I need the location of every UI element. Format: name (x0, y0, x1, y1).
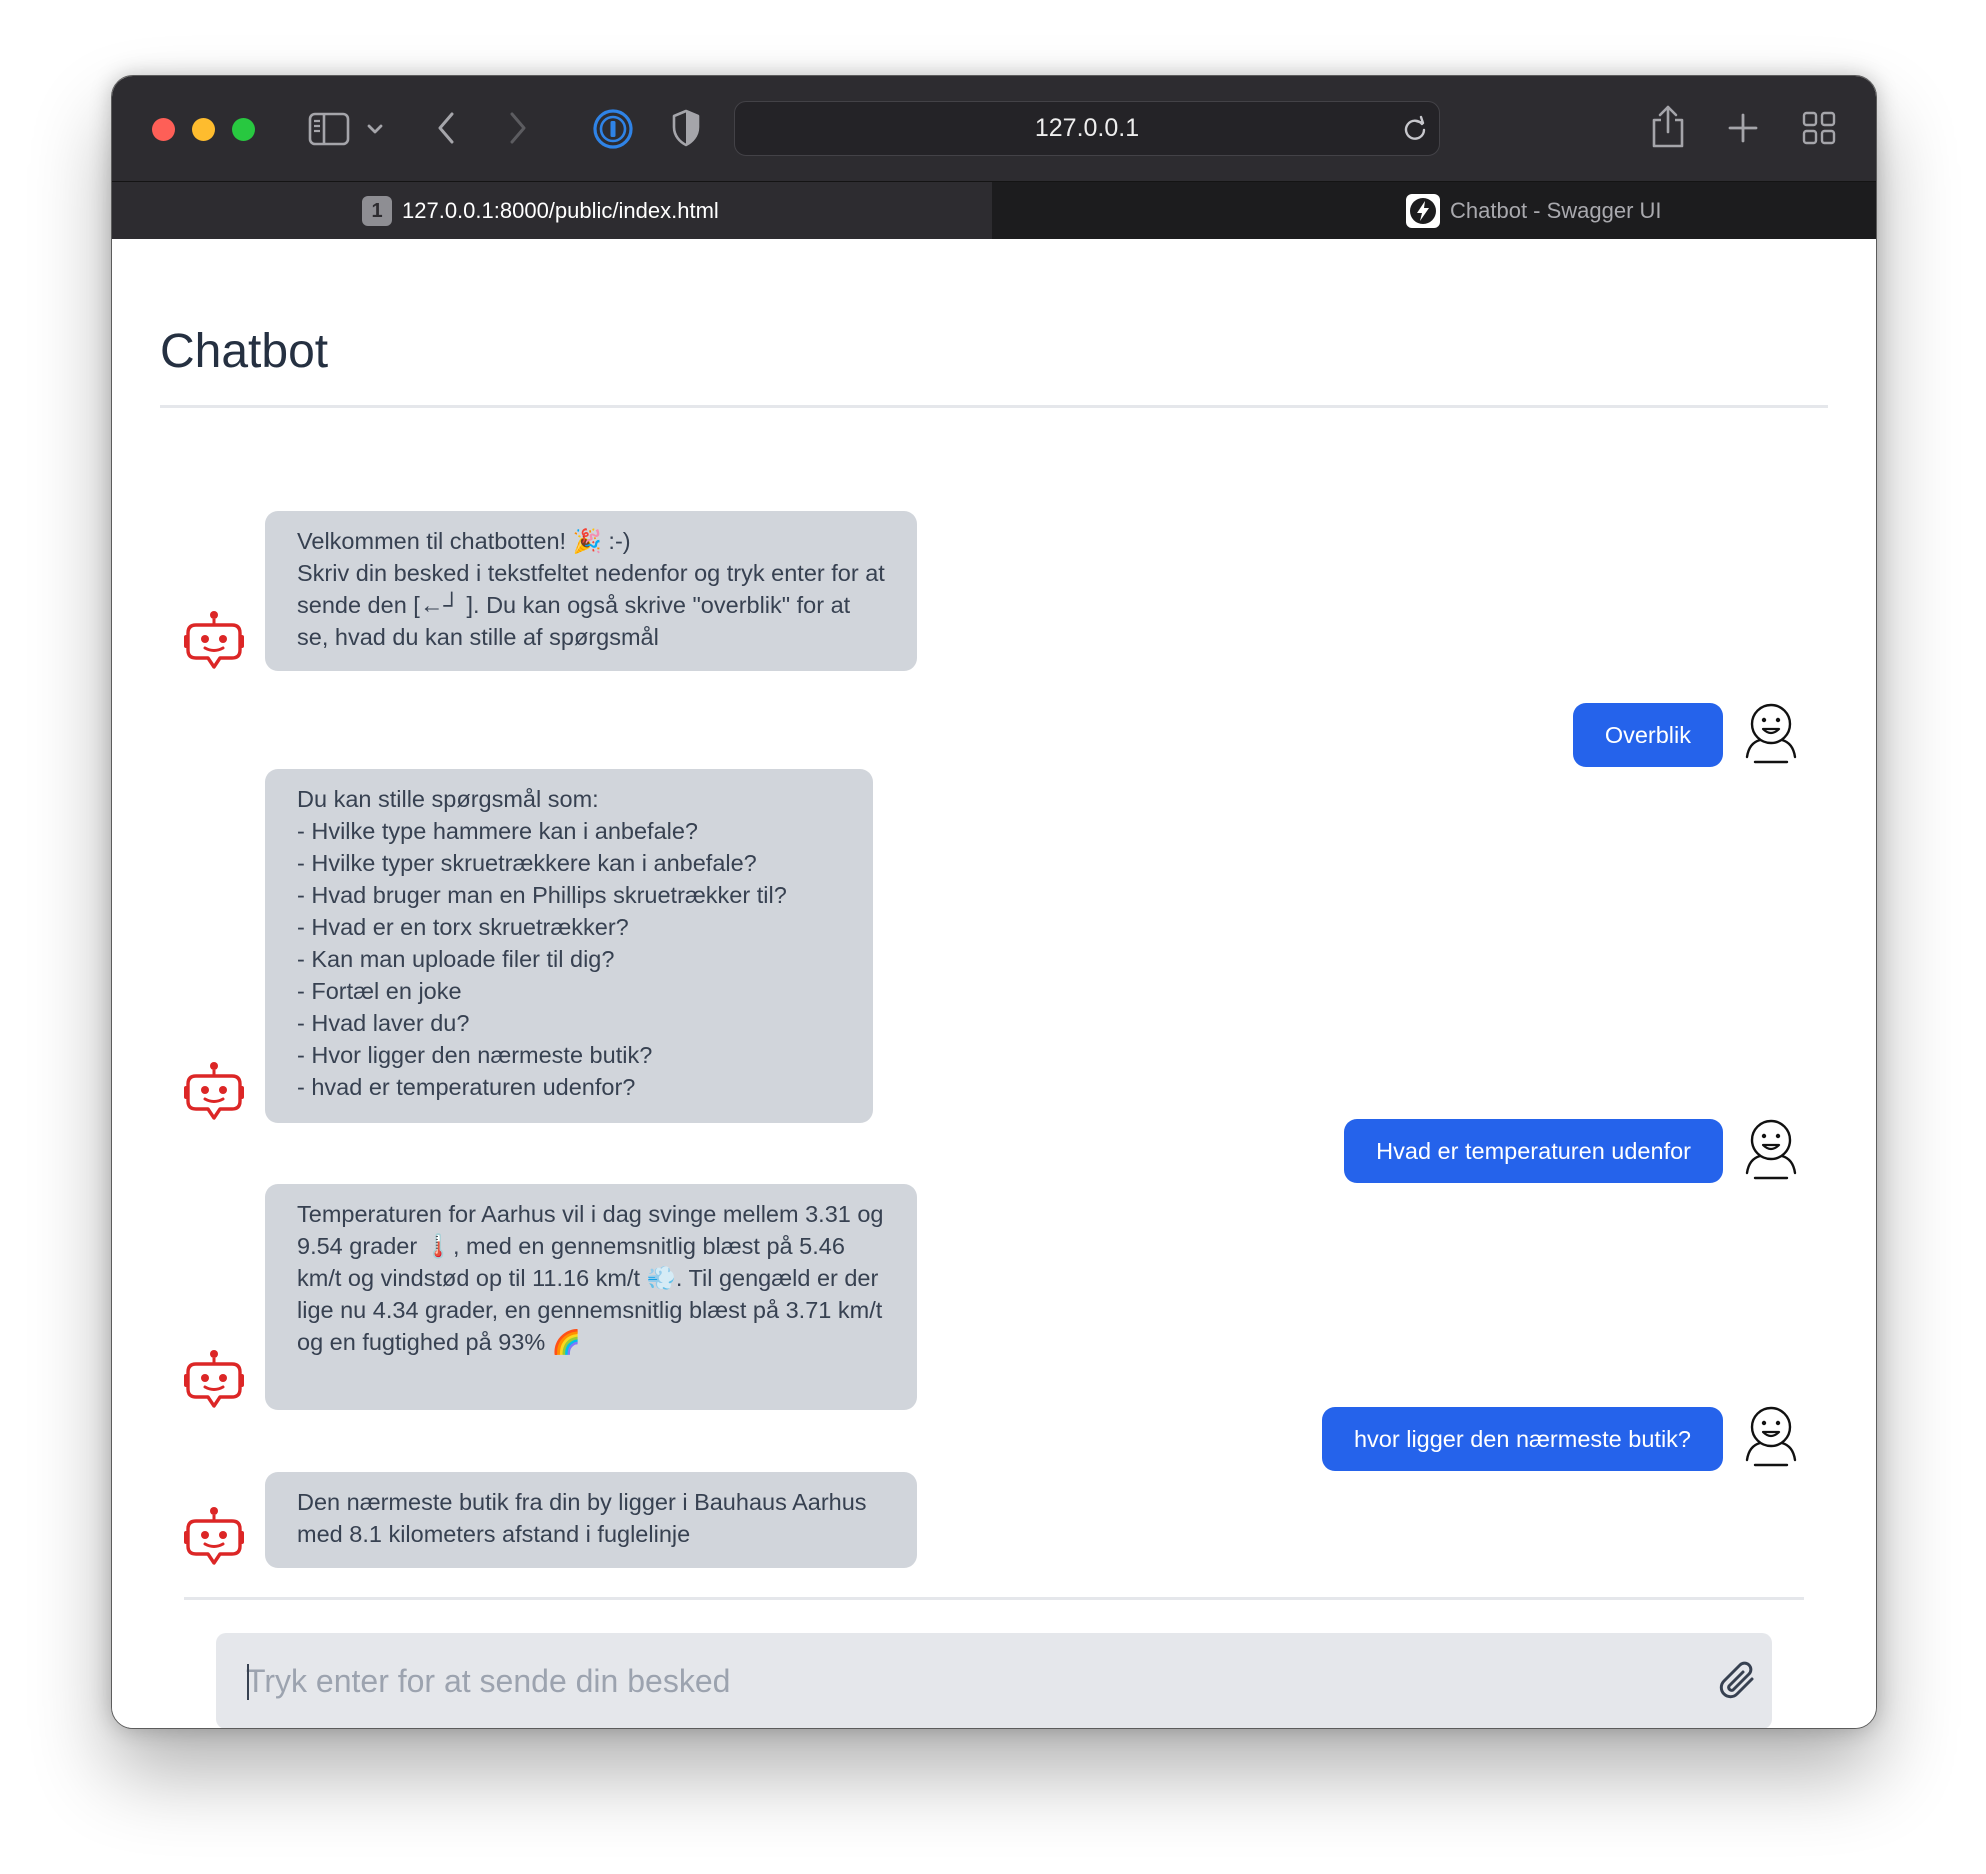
close-window-button[interactable] (152, 118, 175, 141)
minimize-window-button[interactable] (192, 118, 215, 141)
user-message-bubble: Overblik (1572, 703, 1723, 767)
zoom-window-button[interactable] (232, 118, 255, 141)
person-icon (1745, 1406, 1797, 1467)
address-text: 127.0.0.1 (1034, 114, 1140, 142)
robot-icon (184, 1507, 244, 1565)
robot-icon (184, 1350, 244, 1408)
browser-window: 127.0.0.1 1 127.0.0.1:8000/public/index.… (111, 75, 1877, 1729)
paperclip-icon[interactable] (1716, 1659, 1760, 1703)
browser-toolbar: 127.0.0.1 (112, 76, 1876, 181)
tab-label: Chatbot - Swagger UI (1450, 198, 1662, 223)
tab-local-index[interactable]: 1 127.0.0.1:8000/public/index.html (112, 182, 992, 240)
tab-swagger-ui[interactable]: Chatbot - Swagger UI (992, 182, 1876, 240)
person-icon (1745, 1119, 1797, 1180)
page-title: Chatbot (160, 325, 329, 378)
swagger-favicon-icon (1406, 194, 1440, 228)
bot-message-bubble: Den nærmeste butik fra din by ligger i B… (265, 1472, 917, 1568)
robot-icon (184, 1062, 244, 1120)
message-composer (216, 1633, 1772, 1728)
new-tab-icon[interactable] (1727, 112, 1759, 144)
text-caret (247, 1664, 249, 1700)
share-icon[interactable] (1650, 104, 1686, 150)
bot-message-bubble: Velkommen til chatbotten! 🎉 :-) Skriv di… (265, 511, 917, 671)
tab-overview-icon[interactable] (1802, 111, 1836, 145)
tab-label: 127.0.0.1:8000/public/index.html (402, 198, 719, 223)
bot-message-bubble: Temperaturen for Aarhus vil i dag svinge… (265, 1184, 917, 1410)
password-manager-icon[interactable] (592, 108, 634, 150)
user-message-bubble: Hvad er temperaturen udenfor (1344, 1119, 1723, 1183)
sidebar-toggle-icon[interactable] (308, 112, 350, 146)
chevron-down-icon[interactable] (365, 120, 385, 138)
reload-icon[interactable] (1401, 115, 1429, 143)
user-message-bubble: hvor ligger den nærmeste butik? (1321, 1407, 1723, 1471)
bot-message-bubble: Du kan stille spørgsmål som: - Hvilke ty… (265, 769, 873, 1123)
person-icon (1745, 703, 1797, 764)
back-arrow-icon[interactable] (434, 110, 458, 146)
message-input[interactable] (246, 1633, 1646, 1728)
forward-arrow-icon[interactable] (506, 110, 530, 146)
privacy-shield-icon[interactable] (670, 108, 702, 148)
tab-number-badge: 1 (362, 196, 392, 226)
address-bar[interactable]: 127.0.0.1 (734, 101, 1440, 156)
composer-divider (184, 1597, 1804, 1600)
robot-icon (184, 611, 244, 669)
page-content: Chatbot Velkommen til chatbotten! 🎉 :-) … (112, 239, 1876, 1728)
tab-bar: 1 127.0.0.1:8000/public/index.html Chatb… (112, 181, 1876, 240)
title-divider (160, 405, 1828, 408)
